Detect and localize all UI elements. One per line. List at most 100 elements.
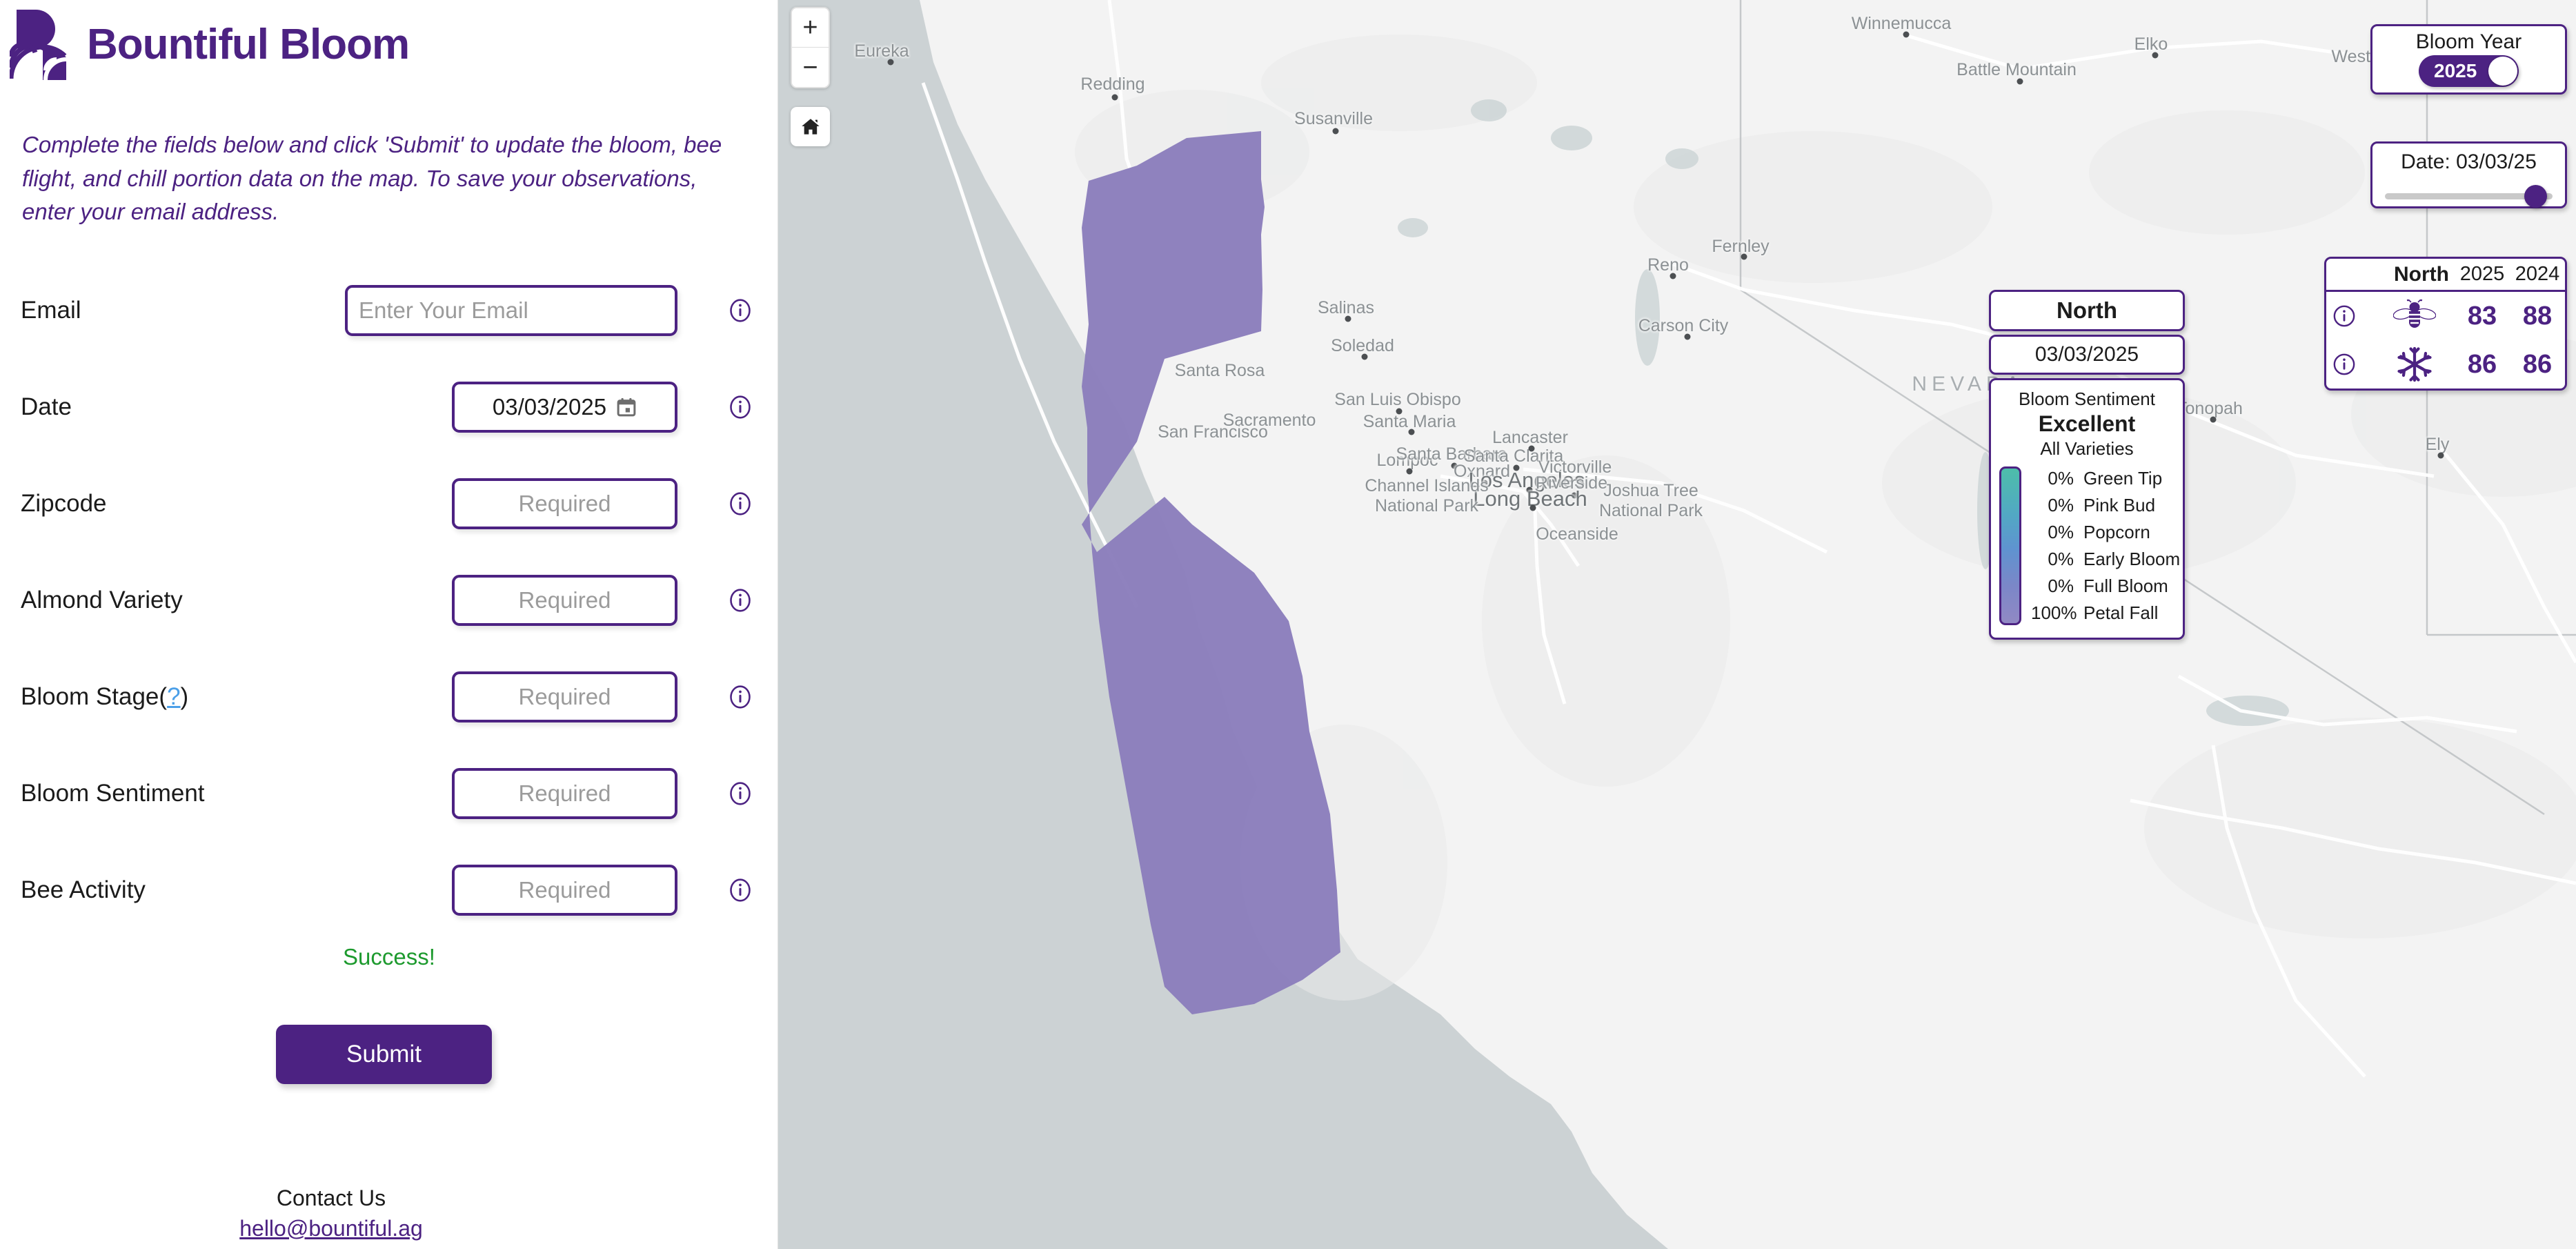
zoom-out-button[interactable]: − xyxy=(792,48,829,87)
left-sidebar: Bountiful Bloom Complete the fields belo… xyxy=(0,0,778,1249)
legend-row: 0% Full Bloom xyxy=(2031,576,2183,597)
legend-stage-name: Full Bloom xyxy=(2083,576,2168,596)
status-message: Success! xyxy=(343,944,435,970)
bloom-stage-help-link[interactable]: ? xyxy=(167,683,180,710)
contact-email-link[interactable]: hello@bountiful.ag xyxy=(0,1216,662,1241)
input-bloom-stage[interactable] xyxy=(452,671,677,722)
input-email[interactable] xyxy=(345,285,677,336)
field-label-3: Almond Variety xyxy=(21,587,183,613)
legend-percent: 0% xyxy=(2048,549,2074,569)
map-city-dot xyxy=(1670,273,1676,279)
legend-row: 0% Early Bloom xyxy=(2031,549,2183,570)
date-slider-thumb[interactable] xyxy=(2524,185,2547,208)
date-input[interactable]: 03/03/2025 xyxy=(452,382,677,433)
map-city-dot xyxy=(1528,445,1535,452)
field-label-6: Bee Activity xyxy=(21,876,146,903)
stats-row-chill: 86 86 xyxy=(2326,340,2565,389)
stats-col-2025: 2025 xyxy=(2459,263,2505,285)
map-city-dot xyxy=(887,59,894,66)
legend-stage-name: Green Tip xyxy=(2083,468,2163,489)
legend-stage-name: Popcorn xyxy=(2083,522,2150,542)
map-city-dot xyxy=(1111,94,1118,101)
info-icon[interactable] xyxy=(728,298,753,323)
map-city-dot xyxy=(1361,353,1368,360)
info-icon[interactable] xyxy=(728,491,753,516)
map-city-dot xyxy=(1741,253,1747,260)
info-icon[interactable] xyxy=(728,878,753,903)
date-slider-panel[interactable]: Date: 03/03/25 xyxy=(2370,141,2567,208)
map-city-dot xyxy=(1451,462,1458,469)
bloom-gradient-bar xyxy=(1999,466,2021,625)
info-icon xyxy=(730,395,751,419)
zoom-in-button[interactable]: + xyxy=(792,8,829,48)
legend-percent: 0% xyxy=(2048,576,2074,596)
map-city-dot xyxy=(1406,468,1413,475)
legend-percent: 100% xyxy=(2031,602,2077,623)
legend-percent: 0% xyxy=(2048,468,2074,489)
form-row-bee-activity: Bee Activity xyxy=(0,842,777,938)
bloom-year-panel[interactable]: Bloom Year 2025 xyxy=(2370,24,2567,95)
region-info-popup[interactable]: North 03/03/2025 Bloom Sentiment Excelle… xyxy=(1989,290,2185,640)
info-icon xyxy=(2333,305,2355,327)
field-label-1: Date xyxy=(21,393,72,420)
bee-value-2024: 88 xyxy=(2522,301,2553,331)
input-zipcode[interactable] xyxy=(452,478,677,529)
stats-header: North 2025 2024 xyxy=(2326,259,2565,292)
info-icon[interactable] xyxy=(728,395,753,420)
info-icon xyxy=(730,589,751,612)
form-row-zipcode: Zipcode xyxy=(0,455,777,552)
map-city-dot xyxy=(1903,31,1910,38)
chill-value-2024: 86 xyxy=(2522,349,2553,379)
brand-header: Bountiful Bloom xyxy=(10,7,410,83)
popup-region-name: North xyxy=(1989,290,2185,331)
form-row-date: Date 03/03/2025 xyxy=(0,359,777,455)
map-city-dot xyxy=(1345,315,1351,322)
submit-button[interactable]: Submit xyxy=(276,1025,492,1084)
region-polygon-north[interactable] xyxy=(778,0,2576,1249)
bee-info-button[interactable] xyxy=(2326,304,2362,328)
app-title: Bountiful Bloom xyxy=(87,21,410,68)
map-city-dot xyxy=(1529,504,1536,511)
form-row-almond-variety: Almond Variety xyxy=(0,552,777,649)
input-bee-activity[interactable] xyxy=(452,865,677,916)
field-label-2: Zipcode xyxy=(21,490,107,517)
field-label-0: Email xyxy=(21,297,81,324)
bloom-stage-legend: 0% Green Tip 0% Pink Bud 0% Popcorn 0% Early Bl… xyxy=(1991,466,2183,625)
info-icon xyxy=(2333,353,2355,375)
stats-region-name: North xyxy=(2394,262,2449,286)
chill-info-button[interactable] xyxy=(2326,353,2362,376)
field-label-4: Bloom Stage(?) xyxy=(21,683,189,710)
legend-row: 0% Popcorn xyxy=(2031,522,2183,543)
bloom-year-toggle[interactable]: 2025 xyxy=(2419,55,2519,87)
field-label-5: Bloom Sentiment xyxy=(21,780,205,807)
popup-date: 03/03/2025 xyxy=(1989,335,2185,375)
info-icon[interactable] xyxy=(728,781,753,806)
region-stats-panel: North 2025 2024 83 88 86 86 xyxy=(2324,257,2567,391)
map-city-dot xyxy=(2017,78,2023,85)
info-icon[interactable] xyxy=(728,685,753,709)
legend-stage-name: Pink Bud xyxy=(2083,495,2156,515)
stats-row-bee: 83 88 xyxy=(2326,292,2565,340)
home-icon xyxy=(801,118,820,135)
toggle-knob[interactable] xyxy=(2488,57,2517,86)
date-slider-label: Date: 03/03/25 xyxy=(2401,150,2537,173)
snowflake-icon xyxy=(2397,346,2432,382)
date-slider-track[interactable] xyxy=(2385,185,2553,208)
stats-col-2024: 2024 xyxy=(2515,263,2560,285)
map-city-dot xyxy=(2210,416,2217,423)
input-almond-variety[interactable] xyxy=(452,575,677,626)
form-row-bloom-stage: Bloom Stage(?) xyxy=(0,649,777,745)
info-icon xyxy=(730,299,751,322)
form-row-bloom-sentiment: Bloom Sentiment xyxy=(0,745,777,842)
map-home-button[interactable] xyxy=(791,107,830,146)
map-city-dot xyxy=(1526,486,1533,493)
calendar-icon[interactable] xyxy=(616,396,637,418)
map-canvas[interactable]: Eureka Redding Susanville Winnemucca Elko Bat… xyxy=(778,0,2576,1249)
info-icon[interactable] xyxy=(728,588,753,613)
chill-value-2025: 86 xyxy=(2467,349,2497,379)
input-bloom-sentiment[interactable] xyxy=(452,768,677,819)
form-row-email: Email xyxy=(0,262,777,359)
map-city-dot xyxy=(1575,475,1582,482)
map-zoom-controls[interactable]: + − xyxy=(791,7,830,88)
legend-row: 0% Pink Bud xyxy=(2031,495,2183,516)
